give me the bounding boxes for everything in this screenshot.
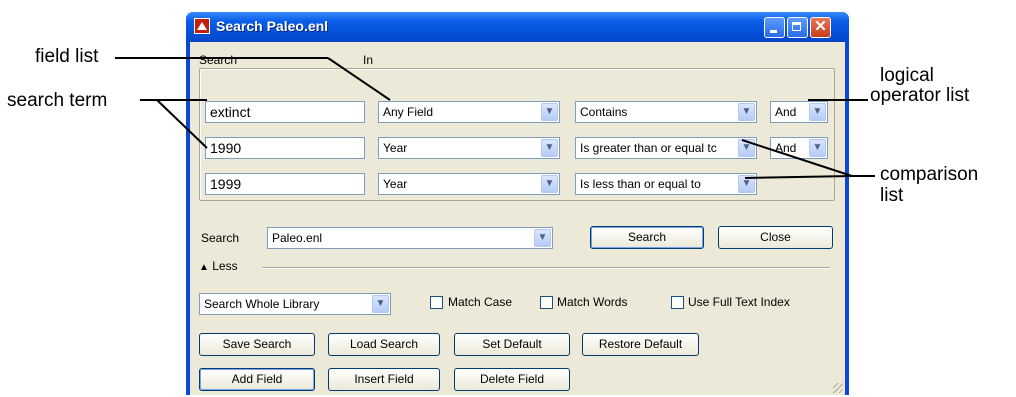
less-label: Less: [212, 259, 238, 273]
save-search-button[interactable]: Save Search: [199, 333, 315, 356]
title-bar[interactable]: Search Paleo.enl ✕: [186, 12, 849, 42]
match-case-checkbox[interactable]: [430, 296, 443, 309]
callout-field-list: field list: [35, 46, 99, 67]
close-button[interactable]: Close: [718, 226, 833, 249]
comparison-select-1-value: Contains: [580, 105, 628, 119]
insert-field-button[interactable]: Insert Field: [328, 368, 440, 391]
field-select-3-value: Year: [383, 177, 408, 191]
match-case-label: Match Case: [448, 295, 513, 309]
operator-select-2-value: And: [775, 141, 797, 155]
search-button[interactable]: Search: [590, 226, 704, 249]
callout-logical-2: operator list: [870, 85, 970, 106]
comparison-select-1[interactable]: Contains ▼: [575, 101, 757, 123]
field-select-3[interactable]: Year ▼: [378, 173, 560, 195]
search-term-input-2[interactable]: 1990: [205, 137, 365, 159]
callout-logical-1: logical: [880, 65, 934, 86]
callout-comparison-1: comparison: [880, 164, 979, 185]
library-label: Search: [201, 231, 240, 245]
dropdown-arrow-icon[interactable]: ▼: [541, 175, 558, 193]
dropdown-arrow-icon[interactable]: ▼: [809, 103, 826, 121]
scope-select-value: Search Whole Library: [204, 297, 320, 311]
load-search-button[interactable]: Load Search: [328, 333, 440, 356]
search-term-input-1[interactable]: extinct: [205, 101, 365, 123]
field-select-1[interactable]: Any Field ▼: [378, 101, 560, 123]
comparison-select-3[interactable]: Is less than or equal to ▼: [575, 173, 757, 195]
library-select[interactable]: Paleo.enl ▼: [267, 227, 553, 249]
operator-select-1-value: And: [775, 105, 797, 119]
callout-search-term: search term: [7, 90, 108, 111]
match-words-checkbox[interactable]: [540, 296, 553, 309]
field-select-1-value: Any Field: [383, 105, 434, 119]
scope-select[interactable]: Search Whole Library ▼: [199, 293, 391, 315]
maximize-button[interactable]: [787, 17, 808, 38]
close-window-button[interactable]: ✕: [810, 17, 831, 38]
restore-default-button[interactable]: Restore Default: [582, 333, 699, 356]
comparison-select-3-value: Is less than or equal to: [580, 177, 701, 191]
window-title: Search Paleo.enl: [216, 18, 329, 34]
full-text-checkbox[interactable]: [671, 296, 684, 309]
search-header: Search: [199, 53, 238, 67]
dropdown-arrow-icon[interactable]: ▼: [809, 139, 826, 157]
comparison-select-2-value: Is greater than or equal tc: [580, 141, 717, 155]
separator: [262, 267, 830, 268]
close-icon: ✕: [814, 18, 827, 35]
in-header: In: [363, 53, 374, 67]
dropdown-arrow-icon[interactable]: ▼: [738, 175, 755, 193]
dialog-body: Search In extinct Any Field ▼ Contains ▼…: [190, 42, 845, 395]
delete-field-button[interactable]: Delete Field: [454, 368, 570, 391]
less-toggle[interactable]: ▲ Less: [199, 259, 238, 273]
callout-comparison-2: list: [880, 185, 904, 206]
operator-select-1[interactable]: And ▼: [770, 101, 828, 123]
comparison-select-2[interactable]: Is greater than or equal tc ▼: [575, 137, 757, 159]
minimize-button[interactable]: [764, 17, 785, 38]
library-select-value: Paleo.enl: [272, 231, 323, 245]
app-icon: [194, 18, 210, 34]
match-words-label: Match Words: [557, 295, 628, 309]
search-term-input-3[interactable]: 1999: [205, 173, 365, 195]
search-window: Search Paleo.enl ✕ Search In extinct Any…: [186, 12, 849, 395]
field-select-2-value: Year: [383, 141, 408, 155]
add-field-button[interactable]: Add Field: [199, 368, 315, 391]
dropdown-arrow-icon[interactable]: ▼: [738, 139, 755, 157]
dropdown-arrow-icon[interactable]: ▼: [738, 103, 755, 121]
field-select-2[interactable]: Year ▼: [378, 137, 560, 159]
dropdown-arrow-icon[interactable]: ▼: [541, 103, 558, 121]
less-arrow-icon: ▲: [199, 262, 209, 273]
dropdown-arrow-icon[interactable]: ▼: [534, 229, 551, 247]
operator-select-2[interactable]: And ▼: [770, 137, 828, 159]
resize-grip[interactable]: [833, 383, 843, 393]
set-default-button[interactable]: Set Default: [454, 333, 570, 356]
dropdown-arrow-icon[interactable]: ▼: [372, 295, 389, 313]
full-text-label: Use Full Text Index: [688, 295, 790, 309]
dropdown-arrow-icon[interactable]: ▼: [541, 139, 558, 157]
